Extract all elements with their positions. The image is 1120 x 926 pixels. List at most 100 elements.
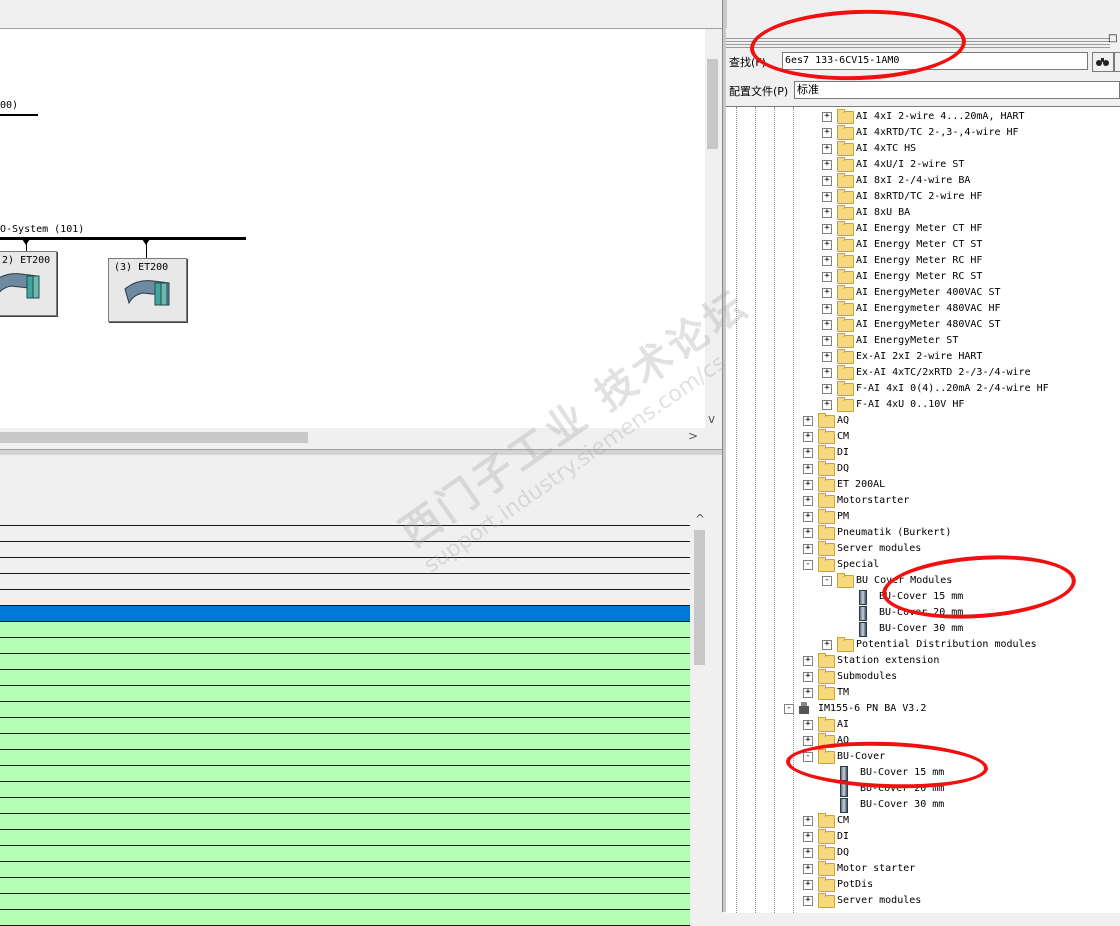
expand-icon[interactable]: + (803, 832, 813, 842)
tree-node[interactable]: + Motor starter (726, 861, 1120, 877)
collapse-icon[interactable]: - (803, 560, 813, 570)
expand-icon[interactable]: + (803, 528, 813, 538)
expand-icon[interactable]: + (803, 512, 813, 522)
expand-icon[interactable]: + (822, 368, 832, 378)
tree-node[interactable]: + DI (726, 445, 1120, 461)
tree-node[interactable]: + AI 4xTC HS (726, 141, 1120, 157)
tree-node[interactable]: + AI 8xI 2-/4-wire BA (726, 173, 1120, 189)
expand-icon[interactable]: + (822, 272, 832, 282)
tree-node[interactable]: + CM (726, 429, 1120, 445)
table-row[interactable] (0, 526, 690, 542)
scroll-thumb[interactable] (694, 530, 705, 665)
expand-icon[interactable]: + (803, 848, 813, 858)
tree-node[interactable]: + Station extension (726, 653, 1120, 669)
table-row[interactable] (0, 750, 690, 766)
expand-icon[interactable]: + (803, 464, 813, 474)
table-row[interactable] (0, 766, 690, 782)
expand-icon[interactable]: + (803, 816, 813, 826)
expand-icon[interactable]: + (803, 432, 813, 442)
tree-node[interactable]: + F-AI 4xU 0..10V HF (726, 397, 1120, 413)
tree-node[interactable]: + AQ (726, 413, 1120, 429)
expand-icon[interactable]: + (803, 656, 813, 666)
table-row[interactable] (0, 670, 690, 686)
expand-icon[interactable]: + (803, 688, 813, 698)
tree-node[interactable]: + Ex-AI 4xTC/2xRTD 2-/3-/4-wire (726, 365, 1120, 381)
table-row[interactable] (0, 638, 690, 654)
tree-node[interactable]: + Pneumatik (Burkert) (726, 525, 1120, 541)
station-2-et200[interactable]: (2) ET200 (0, 251, 57, 316)
table-row[interactable] (0, 574, 690, 590)
table-vertical-scrollbar[interactable]: ^ (691, 512, 708, 912)
network-vertical-scrollbar[interactable]: v (705, 29, 720, 429)
expand-icon[interactable]: + (803, 496, 813, 506)
tree-node[interactable]: BU-Cover 30 mm (726, 797, 1120, 813)
expand-icon[interactable]: + (803, 736, 813, 746)
scroll-thumb[interactable] (0, 432, 308, 443)
expand-icon[interactable]: + (822, 288, 832, 298)
table-row[interactable] (0, 558, 690, 574)
tree-node[interactable]: + PM (726, 509, 1120, 525)
table-row[interactable] (0, 590, 690, 606)
tree-node[interactable]: + AI Energymeter 480VAC HF (726, 301, 1120, 317)
table-row-selected[interactable] (0, 606, 690, 622)
table-row[interactable] (0, 686, 690, 702)
network-view[interactable]: 00) O-System (101) (2) ET200 (3) ET200 (0, 29, 705, 428)
table-row[interactable] (0, 814, 690, 830)
table-row[interactable] (0, 782, 690, 798)
expand-icon[interactable]: + (822, 256, 832, 266)
expand-icon[interactable]: + (803, 416, 813, 426)
table-row[interactable] (0, 542, 690, 558)
table-row[interactable] (0, 846, 690, 862)
table-row[interactable] (0, 510, 690, 526)
table-row[interactable] (0, 798, 690, 814)
scroll-thumb[interactable] (707, 59, 718, 149)
expand-icon[interactable]: + (822, 640, 832, 650)
expand-icon[interactable]: + (822, 208, 832, 218)
table-row[interactable] (0, 862, 690, 878)
scroll-down-arrow-icon[interactable]: v (708, 412, 715, 426)
expand-icon[interactable]: + (822, 240, 832, 250)
scroll-right-arrow-icon[interactable]: > (688, 429, 698, 443)
expand-icon[interactable]: + (803, 544, 813, 554)
tree-node[interactable]: + Ex-AI 2xI 2-wire HART (726, 349, 1120, 365)
expand-icon[interactable]: + (822, 160, 832, 170)
tree-node[interactable]: + DQ (726, 461, 1120, 477)
table-row[interactable] (0, 718, 690, 734)
table-row[interactable] (0, 622, 690, 638)
tree-node[interactable]: + AI 8xRTD/TC 2-wire HF (726, 189, 1120, 205)
table-row[interactable] (0, 910, 690, 926)
tree-node[interactable]: + AI 4xI 2-wire 4...20mA, HART (726, 109, 1120, 125)
network-horizontal-scrollbar[interactable]: > (0, 429, 705, 446)
tree-node[interactable]: + Submodules (726, 669, 1120, 685)
tree-node[interactable]: BU-Cover 30 mm (726, 621, 1120, 637)
tree-node[interactable]: + Server modules (726, 541, 1120, 557)
table-row[interactable] (0, 702, 690, 718)
expand-icon[interactable]: + (822, 112, 832, 122)
profinet-bus-line[interactable] (0, 237, 246, 240)
expand-icon[interactable]: + (822, 304, 832, 314)
expand-icon[interactable]: + (803, 672, 813, 682)
tree-node[interactable]: + PotDis (726, 877, 1120, 893)
expand-icon[interactable]: + (822, 144, 832, 154)
expand-icon[interactable]: + (803, 720, 813, 730)
tree-node[interactable]: + AI 4xU/I 2-wire ST (726, 157, 1120, 173)
expand-icon[interactable]: + (822, 176, 832, 186)
expand-icon[interactable]: + (822, 384, 832, 394)
tree-node[interactable]: + AI Energy Meter CT ST (726, 237, 1120, 253)
expand-icon[interactable]: + (822, 224, 832, 234)
expand-icon[interactable]: + (822, 336, 832, 346)
expand-icon[interactable]: + (822, 192, 832, 202)
tree-node[interactable]: + AI 8xU BA (726, 205, 1120, 221)
expand-icon[interactable]: + (803, 480, 813, 490)
tree-node[interactable]: + F-AI 4xI 0(4)..20mA 2-/4-wire HF (726, 381, 1120, 397)
expand-icon[interactable]: + (822, 352, 832, 362)
table-row[interactable] (0, 654, 690, 670)
detail-table[interactable] (0, 510, 690, 926)
tree-node[interactable]: + AI EnergyMeter ST (726, 333, 1120, 349)
scroll-up-arrow-icon[interactable]: ^ (695, 512, 705, 526)
table-row[interactable] (0, 830, 690, 846)
tree-node[interactable]: + Motorstarter (726, 493, 1120, 509)
station-3-et200[interactable]: (3) ET200 (108, 258, 187, 322)
expand-icon[interactable]: + (822, 400, 832, 410)
tree-node[interactable]: + TM (726, 685, 1120, 701)
